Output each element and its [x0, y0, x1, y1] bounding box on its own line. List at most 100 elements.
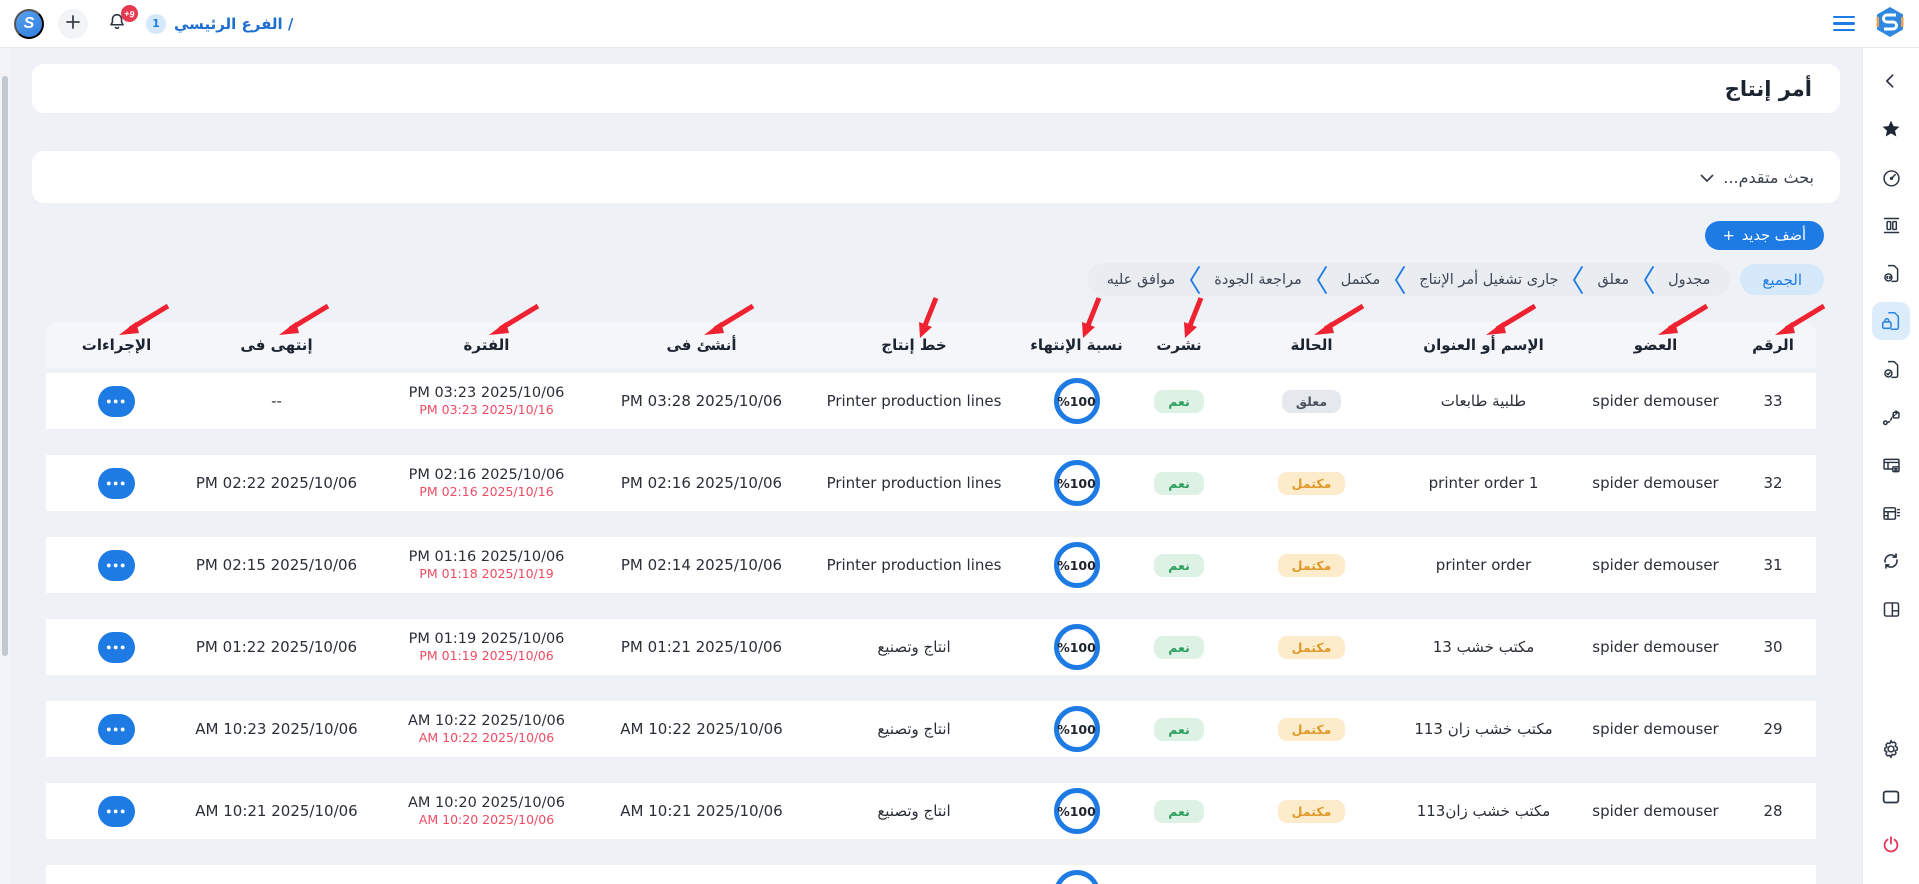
cell-ended: -- [179, 392, 374, 410]
row-actions-button[interactable]: ●●● [98, 796, 135, 827]
gear-icon[interactable] [1872, 730, 1910, 768]
sync-icon[interactable] [1872, 542, 1910, 580]
breadcrumb[interactable]: 1 الفرع الرئيسي / [146, 14, 293, 34]
column-header-name: الإسم أو العنوان [1394, 336, 1573, 354]
file-code-icon[interactable] [1872, 254, 1910, 292]
table-row[interactable]: 30spider demouserمكتب خشب 13مكتملنعم%100… [46, 618, 1816, 676]
table-body: 33 spider demouser طلبية طابعات معلق نعم %100… [46, 372, 1816, 884]
chevron-down-icon [1700, 168, 1714, 187]
completion-ring: %100 [1054, 460, 1100, 506]
cell-ended: AM 10:23 2025/10/06 [179, 720, 374, 738]
tab-all[interactable]: الجميع [1740, 264, 1824, 295]
cell-member: spider demouser [1573, 720, 1738, 738]
column-header-member: العضو [1573, 336, 1738, 354]
status-filter-tabs: الجميع مجدول معلق جارى تشغيل أمر الإنتاج مك… [48, 263, 1824, 296]
table-row[interactable]: 33spider demouserطلبية طابعاتمعلقنعم%100… [46, 372, 1816, 430]
tab-0[interactable]: مجدول [1668, 272, 1710, 288]
table-row[interactable]: 28spider demouserمكتب خشب زان113مكتملنعم… [46, 782, 1816, 840]
table-row[interactable]: 31spider demouserprinter orderمكتملنعم%1… [46, 536, 1816, 594]
cell-name: طلبية طابعات [1394, 392, 1573, 410]
cell-name: مكتب خشب زان113 [1394, 802, 1573, 820]
cell-status: مكتمل [1229, 800, 1394, 823]
gauge-icon[interactable] [1872, 158, 1910, 196]
power-icon[interactable] [1872, 826, 1910, 864]
column-header-published: نشرت [1129, 336, 1229, 354]
column-header-ended: إنتهى فى [179, 336, 374, 354]
production-orders-page: { "topbar": { "breadcrumb": {"count": "1… [0, 0, 1919, 884]
table-row[interactable]: %100PM 10:16 2025/10/05 [46, 864, 1816, 884]
tab-1[interactable]: معلق [1597, 272, 1629, 288]
status-badge: مكتمل [1278, 636, 1346, 659]
published-badge: نعم [1154, 636, 1204, 659]
completion-ring: %100 [1054, 624, 1100, 670]
vertical-scrollbar [0, 48, 10, 884]
cell-number: 33 [1738, 392, 1808, 410]
cell-member: spider demouser [1573, 802, 1738, 820]
tab-5[interactable]: موافق عليه [1107, 272, 1176, 288]
cell-completion: %100 [1024, 624, 1129, 670]
cell-completion: %100 [1024, 542, 1129, 588]
add-quick-button[interactable] [58, 9, 88, 39]
column-header-created: أنشئ فى [599, 336, 804, 354]
chevron-left-icon[interactable] [1872, 62, 1910, 100]
row-actions-button[interactable]: ●●● [98, 714, 135, 745]
cell-ended: PM 01:22 2025/10/06 [179, 638, 374, 656]
row-actions-button[interactable]: ●●● [98, 386, 135, 417]
search-label: بحث متقدم... [1723, 168, 1814, 187]
kanban-columns-icon[interactable] [1872, 206, 1910, 244]
table-header-row: الرقمالعضوالإسم أو العنوانالحالةنشرتنسبة… [46, 322, 1816, 368]
tab-3[interactable]: مكتمل [1341, 272, 1381, 288]
workflow-route-icon[interactable] [1872, 398, 1910, 436]
cell-published: نعم [1129, 718, 1229, 741]
column-header-line: خط إنتاج [804, 336, 1024, 354]
cell-completion: %100 [1024, 788, 1129, 834]
published-badge: نعم [1154, 472, 1204, 495]
menu-hamburger-icon[interactable] [1829, 12, 1859, 36]
cell-ended: PM 02:15 2025/10/06 [179, 556, 374, 574]
cell-line: انتاج وتصنيع [804, 638, 1024, 656]
cell-ended: AM 10:21 2025/10/06 [179, 802, 374, 820]
row-actions-button[interactable]: ●●● [98, 468, 135, 499]
completion-ring: %100 [1054, 378, 1100, 424]
cell-actions: ●●● [54, 632, 179, 663]
board-icon[interactable] [1872, 446, 1910, 484]
brand-hexagon-logo-icon [1875, 6, 1905, 42]
cell-status: مكتمل [1229, 554, 1394, 577]
cell-number: 28 [1738, 802, 1808, 820]
table-row[interactable]: 32spider demouserprinter order 1مكتملنعم… [46, 454, 1816, 512]
row-actions-button[interactable]: ●●● [98, 550, 135, 581]
cell-period: AM 10:20 2025/10/06AM 10:20 2025/10/06 [374, 795, 599, 827]
published-badge: نعم [1154, 718, 1204, 741]
cell-published: نعم [1129, 390, 1229, 413]
layout-split-icon[interactable] [1872, 590, 1910, 628]
advanced-search-card[interactable]: بحث متقدم... [32, 151, 1840, 203]
chevron-separator-icon [1642, 265, 1655, 295]
cell-actions: ●●● [54, 386, 179, 417]
file-briefcase-icon[interactable] [1872, 302, 1910, 340]
cell-number: 29 [1738, 720, 1808, 738]
scrollbar-thumb[interactable] [2, 76, 8, 656]
cell-line: انتاج وتصنيع [804, 802, 1024, 820]
tab-2[interactable]: جارى تشغيل أمر الإنتاج [1419, 272, 1558, 288]
cell-number: 30 [1738, 638, 1808, 656]
completion-ring: %100 [1054, 706, 1100, 752]
published-badge: نعم [1154, 390, 1204, 413]
add-new-button[interactable]: أضف جديد + [1705, 221, 1824, 250]
cell-published: نعم [1129, 636, 1229, 659]
star-icon[interactable] [1872, 110, 1910, 148]
file-check-icon[interactable] [1872, 350, 1910, 388]
app-logo-icon[interactable]: S [14, 9, 44, 39]
row-actions-button[interactable]: ●●● [98, 632, 135, 663]
notifications-button[interactable]: +9 [102, 9, 132, 39]
cell-actions: ●●● [54, 550, 179, 581]
cell-status: معلق [1229, 390, 1394, 413]
cell-name: printer order 1 [1394, 474, 1573, 492]
window-icon[interactable] [1872, 778, 1910, 816]
table-list-icon[interactable] [1872, 494, 1910, 532]
cell-created: AM 10:22 2025/10/06 [599, 720, 804, 738]
cell-line: انتاج وتصنيع [804, 720, 1024, 738]
tab-4[interactable]: مراجعة الجودة [1214, 272, 1302, 288]
status-badge: معلق [1282, 390, 1341, 413]
table-row[interactable]: 29spider demouserمكتب خشب زان 113مكتملنع… [46, 700, 1816, 758]
cell-published: نعم [1129, 472, 1229, 495]
